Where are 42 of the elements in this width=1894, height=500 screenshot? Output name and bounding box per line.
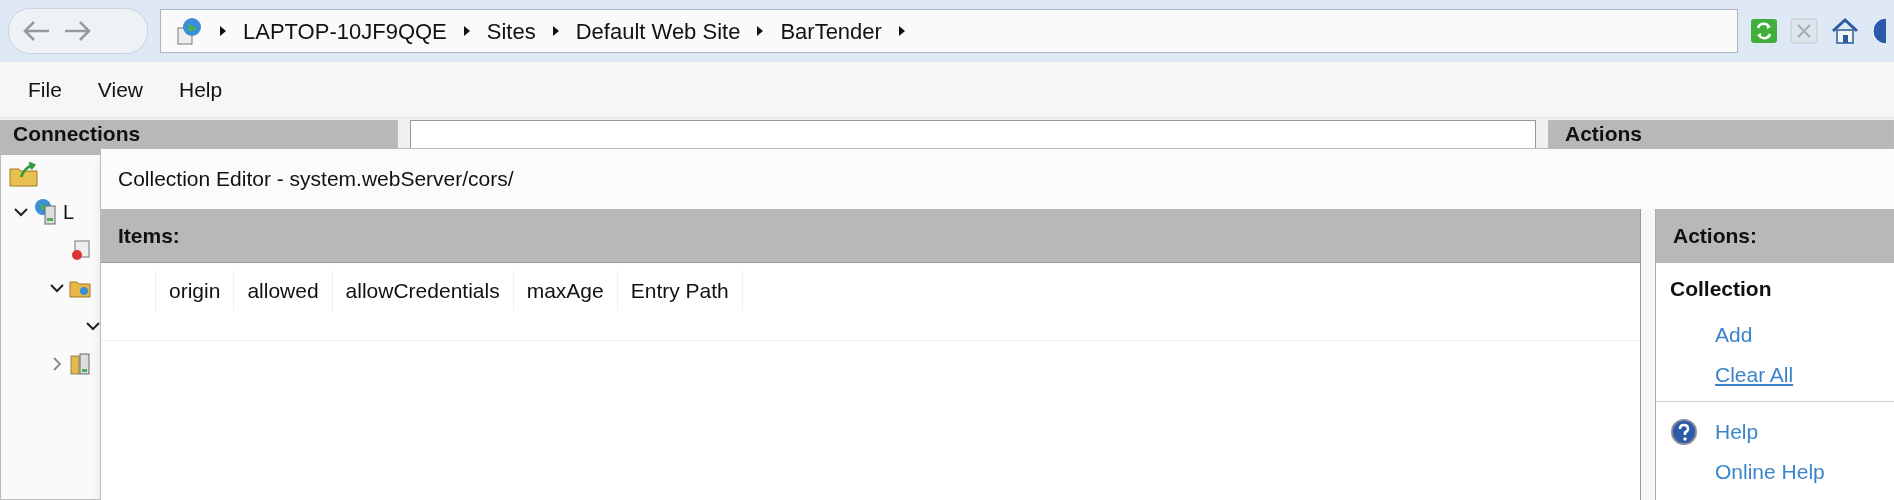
home-icon[interactable] <box>1830 17 1860 45</box>
menu-item[interactable]: View <box>97 73 143 106</box>
server-icon <box>69 352 91 376</box>
column-header[interactable]: allowed <box>234 271 333 311</box>
breadcrumb-arrow-icon[interactable] <box>897 25 906 37</box>
breadcrumb-item[interactable]: Default Web Site <box>575 14 741 48</box>
folder-icon <box>69 278 91 298</box>
dialog-title: Collection Editor - system.webServer/cors/ <box>118 166 514 193</box>
menu-item[interactable]: File <box>28 73 62 106</box>
chevron-down-icon[interactable] <box>50 283 64 293</box>
refresh-icon[interactable] <box>1750 18 1778 44</box>
address-field[interactable]: LAPTOP-10JF9QQE Sites Default Web Site BarTender <box>160 9 1738 53</box>
breadcrumb-item[interactable]: Sites <box>486 14 536 48</box>
breadcrumb-arrow-icon[interactable] <box>756 25 765 37</box>
chevron-down-icon[interactable] <box>86 321 100 331</box>
help-icon <box>1670 417 1698 446</box>
actions-title: Actions: <box>1673 223 1757 250</box>
action-link[interactable]: Online Help <box>1715 455 1825 488</box>
action-link[interactable]: Clear All <box>1715 358 1794 391</box>
group-title: Collection <box>1670 276 1773 302</box>
menu-item[interactable]: Help <box>179 73 223 106</box>
chevron-down-icon[interactable] <box>14 207 28 217</box>
column-header[interactable]: allowCredentials <box>332 271 514 311</box>
chevron-right-icon[interactable] <box>52 357 62 371</box>
action-link[interactable]: Add <box>1715 318 1753 351</box>
breadcrumb-arrow-icon[interactable] <box>551 25 560 37</box>
application-pool-icon <box>69 239 91 261</box>
breadcrumb-arrow-icon[interactable] <box>219 25 227 37</box>
help-icon[interactable] <box>1872 17 1886 45</box>
column-header[interactable]: Entry Path <box>617 271 743 311</box>
panel-title: Connections <box>13 122 141 146</box>
folder-arrow-icon[interactable] <box>9 161 39 187</box>
breadcrumb-item[interactable]: BarTender <box>780 14 882 48</box>
action-link[interactable]: Help <box>1715 415 1759 448</box>
tree-item[interactable]: L <box>63 197 75 227</box>
panel-title: Actions <box>1565 122 1642 146</box>
breadcrumb-item[interactable]: LAPTOP-10JF9QQE <box>243 14 447 48</box>
column-header[interactable]: origin <box>156 271 235 311</box>
items-title: Items: <box>118 222 180 249</box>
breadcrumb-arrow-icon[interactable] <box>462 25 471 37</box>
column-header[interactable]: maxAge <box>513 271 618 311</box>
globe-server-icon <box>33 198 59 226</box>
